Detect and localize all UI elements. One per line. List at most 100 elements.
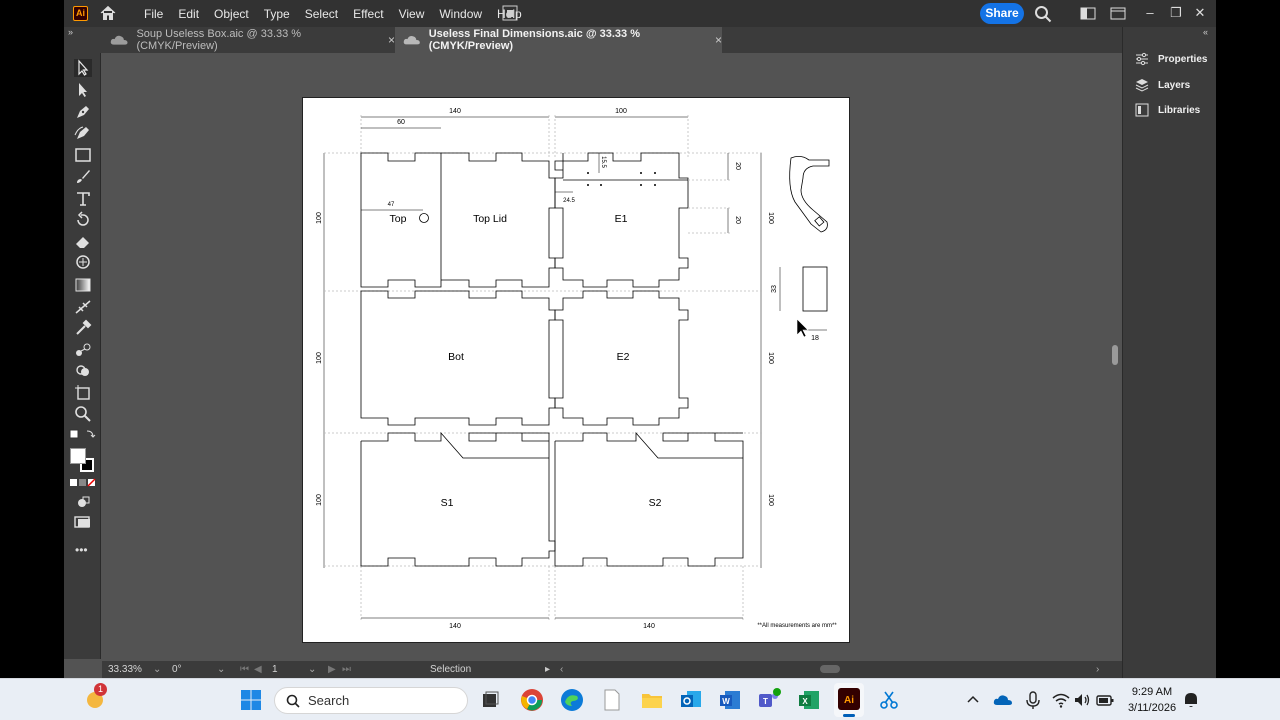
width-tool-icon[interactable]	[74, 298, 92, 316]
share-button[interactable]: Share	[980, 3, 1024, 24]
selection-tool-icon[interactable]	[74, 59, 92, 77]
more-tools-icon[interactable]: •••	[75, 543, 88, 557]
menu-type[interactable]: Type	[264, 7, 290, 21]
menu-effect[interactable]: Effect	[353, 7, 383, 21]
direct-selection-tool-icon[interactable]	[74, 81, 92, 99]
draw-mode-icon[interactable]	[74, 493, 92, 511]
status-menu-icon[interactable]: ▸	[545, 664, 550, 675]
windows-taskbar: 1 Search W T X Ai 9:29 AM 3/11/2026	[0, 678, 1280, 720]
blend-tool-icon[interactable]	[74, 341, 92, 359]
default-fill-stroke-icon[interactable]	[69, 428, 97, 442]
artboard-number[interactable]: 1	[272, 664, 278, 675]
menu-file[interactable]: File	[144, 7, 163, 21]
scroll-right-icon[interactable]: ›	[1096, 664, 1099, 675]
fill-stroke-swatches[interactable]	[70, 448, 96, 474]
paintbrush-tool-icon[interactable]	[74, 168, 92, 186]
system-clock[interactable]: 9:29 AM 3/11/2026	[1122, 684, 1182, 716]
zoom-level[interactable]: 33.33%	[108, 664, 142, 675]
chrome-icon[interactable]	[520, 688, 544, 712]
canvas-area[interactable]: 140 100 60 47 24.5 15.5 100 100 100 100 …	[102, 53, 1132, 659]
rotation-value[interactable]: 0°	[172, 664, 182, 675]
first-artboard-icon[interactable]: ⏮	[240, 664, 249, 675]
menu-view[interactable]: View	[399, 7, 425, 21]
microphone-icon[interactable]	[1024, 688, 1042, 712]
home-icon[interactable]	[100, 5, 116, 21]
collapse-panels-icon[interactable]: «	[1203, 27, 1208, 37]
scroll-thumb[interactable]	[1112, 345, 1118, 365]
color-mode-icon[interactable]	[69, 478, 97, 488]
warp-tool-icon[interactable]	[74, 254, 92, 272]
teams-icon[interactable]: T	[757, 688, 781, 712]
task-view-icon[interactable]	[478, 688, 502, 712]
windows-start-icon[interactable]	[239, 688, 263, 712]
tab-useless-final-dimensions[interactable]: Useless Final Dimensions.aic @ 33.33 % (…	[395, 27, 722, 53]
properties-label: Properties	[1158, 53, 1208, 65]
top-piece-hole[interactable]	[419, 213, 429, 223]
scroll-left-icon[interactable]: ‹	[560, 664, 563, 675]
panel-layout-icon[interactable]	[1110, 5, 1126, 21]
s1-piece[interactable]	[360, 431, 556, 567]
tab-close-icon[interactable]: ×	[715, 33, 722, 47]
notifications-icon[interactable]	[1181, 688, 1201, 712]
outlook-icon[interactable]	[679, 688, 703, 712]
menu-window[interactable]: Window	[439, 7, 482, 21]
vertical-scrollbar[interactable]	[1108, 53, 1122, 659]
file-explorer-icon[interactable]	[640, 688, 664, 712]
illustrator-taskbar-button[interactable]: Ai	[834, 683, 864, 717]
last-artboard-icon[interactable]: ⏭	[342, 664, 351, 675]
tab-close-icon[interactable]: ×	[388, 33, 395, 47]
rotate-tool-icon[interactable]	[74, 211, 92, 229]
eyedropper-tool-icon[interactable]	[74, 319, 92, 337]
gradient-tool-icon[interactable]	[74, 276, 92, 294]
zoom-dropdown-icon[interactable]: ⌄	[153, 664, 161, 675]
workspace-switcher-icon[interactable]	[1080, 5, 1096, 21]
search-icon[interactable]	[1034, 5, 1052, 23]
zoom-tool-icon[interactable]	[74, 405, 92, 423]
taskbar-search[interactable]: Search	[274, 687, 468, 714]
collapse-toolbar-icon[interactable]: »	[68, 27, 73, 37]
svg-text:T: T	[763, 697, 768, 706]
curvature-tool-icon[interactable]	[74, 124, 92, 142]
minimize-icon[interactable]: –	[1142, 5, 1158, 21]
dim-label-24-5: 24.5	[563, 198, 575, 204]
onedrive-icon[interactable]	[993, 688, 1013, 712]
properties-panel-tab[interactable]: Properties	[1135, 51, 1207, 67]
battery-icon[interactable]	[1095, 688, 1115, 712]
menu-edit[interactable]: Edit	[178, 7, 199, 21]
tab-soup-useless-box[interactable]: Soup Useless Box.aic @ 33.33 % (CMYK/Pre…	[102, 27, 395, 53]
pen-tool-icon[interactable]	[74, 103, 92, 121]
fill-swatch-icon[interactable]	[70, 448, 86, 464]
rectangle-tool-icon[interactable]	[74, 146, 92, 164]
libraries-panel-tab[interactable]: Libraries	[1135, 102, 1200, 118]
restore-icon[interactable]: ❐	[1168, 5, 1184, 21]
edge-icon[interactable]	[560, 688, 584, 712]
word-icon[interactable]: W	[718, 688, 742, 712]
menu-object[interactable]: Object	[214, 7, 249, 21]
small-rectangle-part[interactable]	[802, 266, 828, 312]
file-icon[interactable]	[600, 688, 624, 712]
artboard[interactable]: 140 100 60 47 24.5 15.5 100 100 100 100 …	[302, 97, 850, 643]
artboard-tool-icon[interactable]	[74, 384, 92, 402]
excel-icon[interactable]: X	[797, 688, 821, 712]
next-artboard-icon[interactable]: ▶	[328, 664, 336, 675]
volume-icon[interactable]	[1072, 688, 1092, 712]
type-tool-icon[interactable]	[74, 190, 92, 208]
prev-artboard-icon[interactable]: ◀	[254, 664, 262, 675]
notification-badge: 1	[94, 683, 107, 696]
weather-widget[interactable]: 1	[84, 683, 107, 710]
screen-mode-icon[interactable]	[74, 513, 92, 531]
menu-select[interactable]: Select	[305, 7, 338, 21]
wifi-icon[interactable]	[1051, 688, 1071, 712]
layers-panel-tab[interactable]: Layers	[1135, 77, 1190, 93]
show-hidden-icons-icon[interactable]	[964, 688, 982, 712]
horizontal-scroll-thumb[interactable]	[820, 665, 840, 673]
eraser-tool-icon[interactable]	[74, 233, 92, 251]
snipping-tool-icon[interactable]	[877, 688, 901, 712]
close-window-icon[interactable]: ✕	[1192, 5, 1208, 21]
arrange-documents-icon[interactable]	[502, 5, 518, 21]
shape-builder-tool-icon[interactable]	[74, 362, 92, 380]
search-placeholder: Search	[308, 693, 350, 708]
label-bot: Bot	[448, 351, 464, 363]
artboard-dropdown-icon[interactable]: ⌄	[308, 664, 316, 675]
rotation-dropdown-icon[interactable]: ⌄	[217, 664, 225, 675]
